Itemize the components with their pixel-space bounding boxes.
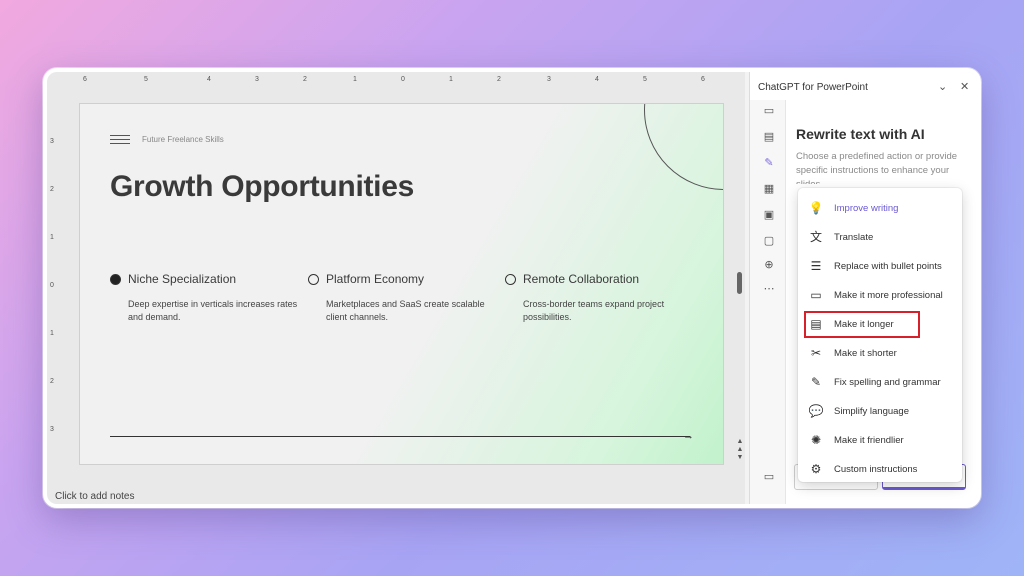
ruler-tick: 2	[50, 378, 54, 385]
circle-icon	[505, 273, 516, 285]
menu-item-friendlier[interactable]: ✺ Make it friendlier	[798, 428, 962, 452]
column-desc: Cross-border teams expand project possib…	[523, 299, 665, 322]
ruler-tick: 1	[50, 330, 54, 337]
slide-subtitle[interactable]: Future Freelance Skills	[142, 135, 224, 144]
rewrite-actions-menu: 💡 Improve writing 文 Translate ☰ Replace …	[798, 188, 962, 482]
app-window: 6 5 4 3 2 1 0 1 2 3 4 5 6 3 2 1 0 1 2 3 …	[43, 68, 981, 508]
vertical-scrollbar-thumb[interactable]	[737, 272, 742, 294]
menu-item-bullet-points[interactable]: ☰ Replace with bullet points	[798, 254, 962, 278]
pencil-icon[interactable]: ✎	[762, 156, 776, 170]
image-icon[interactable]: ▣	[762, 208, 776, 222]
ruler-tick: 4	[595, 76, 599, 83]
pencil-icon: ✎	[810, 375, 822, 389]
column-desc: Deep expertise in verticals increases ra…	[128, 299, 298, 322]
pane-intro: Choose a predefined action or provide sp…	[796, 151, 958, 184]
close-icon[interactable]: ✕	[960, 80, 969, 93]
menu-item-label: Make it shorter	[834, 347, 897, 359]
presentation-icon[interactable]: ▭	[762, 104, 776, 118]
bullet-list-icon: ☰	[810, 259, 822, 273]
hamburger-icon	[110, 135, 130, 147]
highlight-box	[804, 311, 920, 338]
more-icon[interactable]: ⋯	[762, 282, 776, 296]
ruler-tick: 5	[643, 76, 647, 83]
ruler-tick: 2	[50, 186, 54, 193]
ruler-tick: 3	[50, 138, 54, 145]
party-icon: ✺	[810, 433, 822, 447]
menu-item-label: Fix spelling and grammar	[834, 376, 941, 388]
ruler-tick: 2	[497, 76, 501, 83]
slide-editor: 6 5 4 3 2 1 0 1 2 3 4 5 6 3 2 1 0 1 2 3 …	[47, 72, 745, 504]
ruler-tick: 6	[701, 76, 705, 83]
note-icon[interactable]: ▢	[762, 234, 776, 248]
timeline-line	[110, 436, 690, 437]
edit-slide-icon[interactable]: ▦	[762, 182, 776, 196]
briefcase-icon: ▭	[810, 288, 822, 302]
menu-item-custom[interactable]: ⚙ Custom instructions	[798, 457, 962, 481]
menu-item-shorter[interactable]: ✂ Make it shorter	[798, 341, 962, 365]
ruler-tick: 3	[50, 426, 54, 433]
ruler-tick: 5	[144, 76, 148, 83]
menu-item-label: Improve writing	[834, 202, 899, 214]
circle-icon	[308, 273, 319, 285]
menu-item-label: Translate	[834, 231, 874, 243]
menu-item-translate[interactable]: 文 Translate	[798, 225, 962, 249]
pane-title: ChatGPT for PowerPoint	[758, 82, 868, 93]
column-platform[interactable]: Platform Economy Marketplaces and SaaS c…	[308, 272, 498, 324]
lightbulb-icon: 💡	[808, 201, 824, 215]
column-heading: Remote Collaboration	[523, 272, 640, 286]
arrow-right-icon: →	[683, 430, 694, 442]
ruler-tick: 0	[401, 76, 405, 83]
chatgpt-pane: ChatGPT for PowerPoint ⌄ ✕ ▭ ▤ ✎ ▦ ▣ ▢ ⊕…	[749, 72, 977, 504]
ruler-tick: 4	[207, 76, 211, 83]
scroll-arrows[interactable]: ▲ ▲ ▼	[735, 438, 745, 462]
filled-circle-icon	[110, 273, 121, 285]
tool-rail: ▭ ▤ ✎ ▦ ▣ ▢ ⊕ ⋯ ▭	[750, 100, 786, 504]
menu-item-label: Simplify language	[834, 405, 909, 417]
ruler-tick: 1	[449, 76, 453, 83]
menu-item-professional[interactable]: ▭ Make it more professional	[798, 283, 962, 307]
horizontal-ruler: 6 5 4 3 2 1 0 1 2 3 4 5 6	[81, 74, 741, 86]
chevron-down-icon[interactable]: ⌄	[938, 80, 947, 93]
scissors-icon: ✂	[810, 346, 822, 360]
ruler-tick: 0	[50, 282, 54, 289]
translate-icon: 文	[809, 230, 822, 244]
column-heading: Platform Economy	[326, 272, 425, 286]
menu-item-spelling[interactable]: ✎ Fix spelling and grammar	[798, 370, 962, 394]
column-niche[interactable]: Niche Specialization Deep expertise in v…	[110, 272, 300, 324]
menu-item-label: Make it more professional	[834, 289, 943, 301]
vertical-ruler: 3 2 1 0 1 2 3	[47, 102, 59, 472]
ruler-tick: 1	[353, 76, 357, 83]
menu-item-label: Make it friendlier	[834, 434, 904, 446]
menu-item-label: Replace with bullet points	[834, 260, 942, 272]
gear-icon: ⚙	[810, 462, 822, 476]
ruler-tick: 2	[303, 76, 307, 83]
ruler-tick: 6	[83, 76, 87, 83]
ruler-tick: 3	[255, 76, 259, 83]
ruler-tick: 3	[547, 76, 551, 83]
notes-placeholder[interactable]: Click to add notes	[55, 491, 135, 502]
menu-item-improve-writing[interactable]: 💡 Improve writing	[798, 196, 962, 220]
document-icon[interactable]: ▤	[762, 130, 776, 144]
slide-canvas[interactable]: Future Freelance Skills Growth Opportuni…	[79, 103, 724, 465]
column-heading: Niche Specialization	[128, 272, 237, 286]
menu-item-label: Custom instructions	[834, 463, 918, 475]
feedback-icon[interactable]: ▭	[762, 470, 776, 484]
menu-item-simplify[interactable]: 💬 Simplify language	[798, 399, 962, 423]
decorative-arc	[644, 104, 723, 190]
column-desc: Marketplaces and SaaS create scalable cl…	[326, 299, 485, 322]
slide-title[interactable]: Growth Opportunities	[110, 170, 414, 204]
pane-heading: Rewrite text with AI	[796, 126, 925, 142]
ruler-tick: 1	[50, 234, 54, 241]
add-circle-icon[interactable]: ⊕	[762, 258, 776, 272]
column-remote[interactable]: Remote Collaboration Cross-border teams …	[505, 272, 695, 324]
chat-icon: 💬	[808, 404, 824, 418]
